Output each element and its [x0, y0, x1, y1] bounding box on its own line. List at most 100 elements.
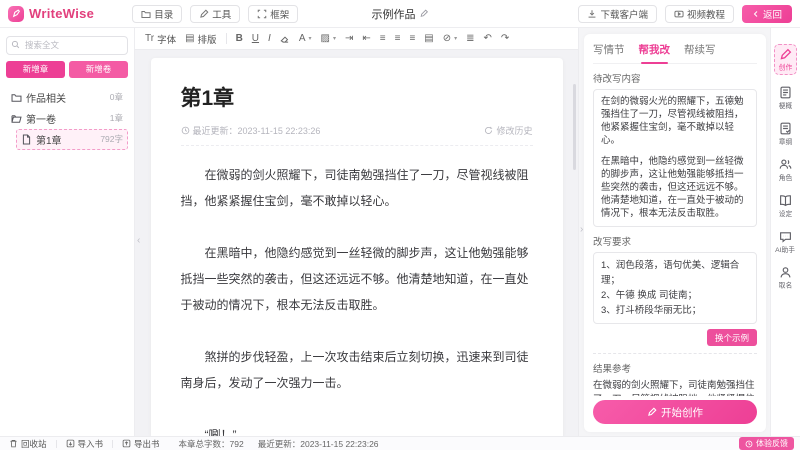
chapter-tree: 作品相关 0章 第一卷 1章 第1章 792字 — [6, 87, 128, 150]
chapter-count: 1章 — [110, 112, 123, 124]
rail-item-label: 设定 — [779, 209, 793, 219]
editor-canvas: ‹ 第1章 最近更新：2023-11-15 22:23:26 修改历史 在微弱的… — [135, 50, 578, 436]
highlight-picker[interactable]: ▨▾ — [321, 34, 336, 44]
add-volume-button[interactable]: 新增卷 — [69, 61, 128, 78]
requirement-item: 3、打斗桥段华丽无比； — [601, 303, 749, 318]
indent-icon[interactable]: ⇥ — [345, 34, 353, 44]
tab-help-rewrite[interactable]: 帮我改 — [639, 42, 671, 57]
history-label: 修改历史 — [496, 124, 532, 137]
catalog-button[interactable]: 目录 — [132, 5, 182, 23]
chapter-meta: 最近更新：2023-11-15 22:23:26 修改历史 — [181, 124, 533, 146]
recycle-bin-button[interactable]: 回收站 — [0, 437, 56, 450]
chat-icon — [779, 230, 792, 243]
frame-button[interactable]: 框架 — [248, 5, 298, 23]
export-book-button[interactable]: 导出书 — [113, 437, 169, 450]
paragraph: 在黑暗中，他隐约感觉到一丝轻微的脚步声，这让他勉强能够抵挡一些突然的袭击，但这还… — [181, 240, 533, 318]
tree-item-volume1[interactable]: 第一卷 1章 — [6, 108, 128, 129]
requirement-item: 1、润色段落，语句优美、逻辑合理； — [601, 258, 749, 288]
highlight-icon: ▨ — [321, 34, 330, 44]
export-icon — [122, 439, 131, 448]
format-toolbar: Tr 字体 ▤ 排版 B U I A▾ ▨▾ ⇥ ⇤ ≡ ≡ ≡ ▤ ⊘▾ ≣ … — [135, 28, 578, 50]
add-chapter-button[interactable]: 新增章 — [6, 61, 65, 78]
chevron-down-icon: ▾ — [308, 35, 311, 42]
requirement-item: 2、午德 换成 司徒南； — [601, 288, 749, 303]
export-book-label: 导出书 — [134, 438, 160, 450]
line-spacing-icon[interactable]: ≣ — [466, 34, 474, 44]
rail-item-characters[interactable]: 角色 — [778, 158, 793, 183]
creation-pen-icon — [779, 48, 792, 61]
edit-title-icon[interactable] — [420, 9, 429, 18]
download-client-button[interactable]: 下载客户端 — [578, 5, 657, 23]
outdent-icon[interactable]: ⇤ — [362, 34, 370, 44]
total-word-count: 本章总字数：792 — [179, 438, 244, 450]
feedback-button[interactable]: 体验反馈 — [739, 437, 794, 450]
bold-icon[interactable]: B — [236, 34, 243, 44]
back-button[interactable]: 返回 — [742, 5, 792, 23]
app-logo: WriteWise — [8, 6, 94, 22]
paragraph: 在微弱的剑火照耀下，司徒南勉强挡住了一刀，尽管视线被阻挡，他紧紧握住宝剑，毫不敢… — [181, 162, 533, 214]
collapse-panel-handle[interactable]: › — [580, 224, 583, 235]
source-label: 待改写内容 — [593, 71, 757, 85]
align-center-icon[interactable]: ≡ — [395, 34, 401, 44]
tools-button[interactable]: 工具 — [190, 5, 240, 23]
catalog-label: 目录 — [154, 7, 173, 21]
change-example-button[interactable]: 换个示例 — [707, 329, 757, 346]
justify-icon[interactable]: ▤ — [424, 34, 433, 44]
manuscript-page[interactable]: 第1章 最近更新：2023-11-15 22:23:26 修改历史 在微弱的剑火… — [151, 58, 563, 436]
rail-item-synopsis[interactable]: 梗概 — [778, 86, 793, 111]
tab-help-continue[interactable]: 帮续写 — [684, 42, 716, 57]
tree-item-works[interactable]: 作品相关 0章 — [6, 87, 128, 108]
video-tutorial-button[interactable]: 视频教程 — [665, 5, 734, 23]
tutorial-label: 视频教程 — [687, 7, 725, 21]
rail-item-label: 梗概 — [779, 101, 793, 111]
clear-format-icon[interactable] — [280, 34, 290, 44]
last-updated-text: 最近更新：2023-11-15 22:23:26 — [193, 124, 321, 137]
rail-item-naming[interactable]: 取名 — [778, 266, 793, 291]
layout-icon: ▤ — [185, 34, 194, 44]
tree-item-label: 第一卷 — [26, 111, 56, 126]
video-icon — [674, 9, 684, 19]
worldbook-icon — [779, 194, 792, 207]
rail-item-label: 创作 — [779, 63, 793, 73]
search-input[interactable] — [6, 36, 128, 55]
layout-menu[interactable]: ▤ 排版 — [185, 32, 216, 46]
paragraph: 煞拼的步伐轻盈，上一次攻击结束后立刻切换，迅速来到司徒南身后，发动了一次强力一击… — [181, 344, 533, 396]
align-right-icon[interactable]: ≡ — [409, 34, 415, 44]
rail-item-creation[interactable]: 创作 — [774, 44, 797, 75]
trash-icon — [9, 439, 18, 448]
import-book-button[interactable]: 导入书 — [57, 437, 113, 450]
rail-item-ai-helper[interactable]: AI助手 — [774, 230, 796, 255]
frame-label: 框架 — [270, 7, 289, 21]
chevron-left-icon — [752, 10, 760, 18]
import-book-label: 导入书 — [78, 438, 104, 450]
result-paragraph: 在微弱的剑火照耀下，司徒南勉强挡住了一刀，尽管视线被阻挡，他紧紧握住宝剑，毫不敢… — [593, 379, 757, 396]
revision-history-link[interactable]: 修改历史 — [484, 124, 532, 137]
last-updated: 最近更新：2023-11-15 22:23:26 — [181, 124, 321, 137]
chevron-down-icon: ▾ — [333, 35, 336, 42]
requirements-textarea[interactable]: 1、润色段落，语句优美、逻辑合理； 2、午德 换成 司徒南； 3、打斗桥段华丽无… — [593, 252, 757, 324]
undo-icon[interactable]: ↶ — [484, 34, 492, 44]
font-menu[interactable]: Tr 字体 — [145, 32, 176, 46]
source-textarea[interactable]: 在剑的微弱火光的照耀下，五德勉强挡住了一刀，尽管视线被阻挡，他紧紧握住宝剑，毫不… — [593, 89, 757, 227]
align-left-icon[interactable]: ≡ — [380, 34, 386, 44]
statusbar-actions: 回收站 导入书 导出书 — [0, 437, 169, 450]
italic-icon[interactable]: I — [268, 34, 271, 44]
rail-item-settings[interactable]: 设定 — [778, 194, 793, 219]
source-paragraph: 在剑的微弱火光的照耀下，五德勉强挡住了一刀，尽管视线被阻挡，他紧紧握住宝剑，毫不… — [601, 95, 749, 147]
chapter-count: 0章 — [110, 91, 123, 103]
search-box — [6, 35, 128, 55]
rail-item-outline[interactable]: 章纲 — [778, 122, 793, 147]
feature-rail: 创作 梗概 章纲 角色 设定 AI助手 取名 — [770, 28, 800, 436]
ai-assistant-panel: › 写情节 帮我改 帮续写 待改写内容 在剑的微弱火光的照耀下，五德勉强挡住了一… — [578, 28, 770, 436]
collapse-sidebar-handle[interactable]: ‹ — [137, 235, 140, 246]
tab-write-plot[interactable]: 写情节 — [593, 42, 625, 57]
font-color-picker[interactable]: A▾ — [299, 34, 312, 44]
underline-icon[interactable]: U — [252, 34, 259, 44]
assistant-tabs: 写情节 帮我改 帮续写 — [593, 42, 757, 64]
editor-scrollbar[interactable] — [573, 84, 576, 170]
redo-icon[interactable]: ↷ — [501, 34, 509, 44]
start-creation-button[interactable]: 开始创作 — [593, 400, 757, 424]
insert-menu[interactable]: ⊘▾ — [443, 34, 457, 44]
back-label: 返回 — [763, 7, 782, 21]
tree-item-chapter1[interactable]: 第1章 792字 — [16, 129, 128, 150]
